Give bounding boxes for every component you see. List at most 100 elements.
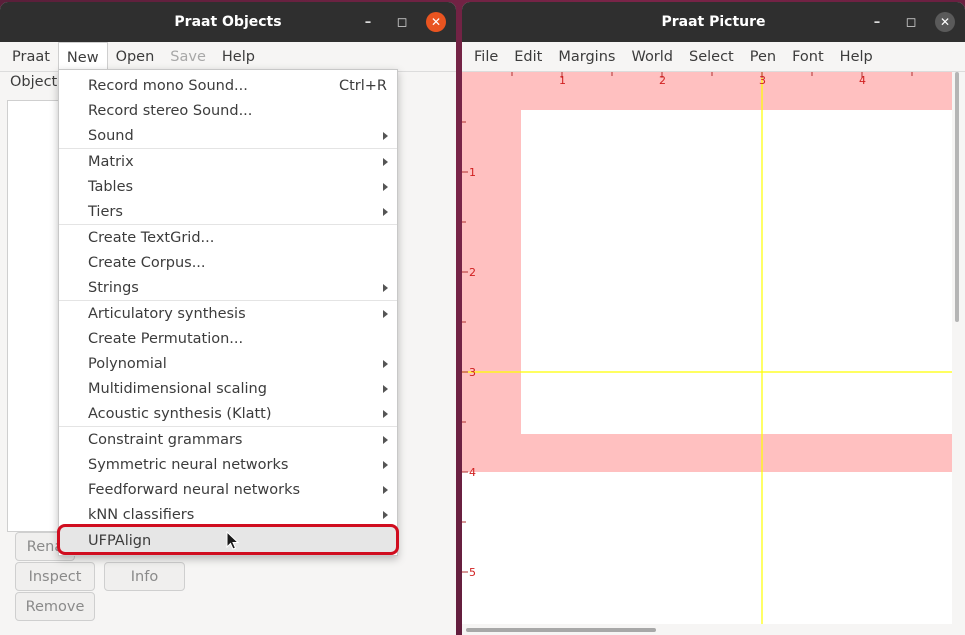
menu-item-tiers[interactable]: Tiers — [59, 199, 397, 224]
minimize-icon[interactable]: – — [867, 12, 887, 32]
menu-item-label: Create Permutation... — [88, 330, 244, 347]
ruler-left-label: 5 — [469, 566, 476, 579]
menu-margins[interactable]: Margins — [550, 42, 623, 72]
menu-item-record-stereo[interactable]: Record stereo Sound... — [59, 98, 397, 123]
menu-file[interactable]: File — [466, 42, 506, 72]
menu-item-label: Sound — [88, 127, 134, 144]
ruler-top-label: 2 — [659, 74, 666, 87]
submenu-arrow-icon — [383, 435, 388, 444]
selection-bottom — [462, 434, 952, 472]
selection-top — [462, 72, 952, 110]
menu-select[interactable]: Select — [681, 42, 742, 72]
menu-item-label: Articulatory synthesis — [88, 305, 246, 322]
ruler-left-label: 2 — [469, 266, 476, 279]
ruler-left-label: 4 — [469, 466, 476, 479]
submenu-arrow-icon — [383, 510, 388, 519]
menu-new[interactable]: New — [57, 41, 108, 72]
menu-world[interactable]: World — [623, 42, 681, 72]
menu-pen[interactable]: Pen — [742, 42, 784, 72]
inspect-button[interactable]: Inspect — [15, 562, 95, 591]
menu-item-sound[interactable]: Sound — [59, 123, 397, 148]
menu-font[interactable]: Font — [784, 42, 832, 72]
submenu-arrow-icon — [383, 283, 388, 292]
ruler-top-label: 1 — [559, 74, 566, 87]
objects-label: Objects — [10, 74, 65, 90]
menu-item-articulatory-synthesis[interactable]: Articulatory synthesis — [59, 301, 397, 326]
menu-item-constraint-grammars[interactable]: Constraint grammars — [59, 427, 397, 452]
menu-item-polynomial[interactable]: Polynomial — [59, 351, 397, 376]
menu-item-symmetric-neural-networks[interactable]: Symmetric neural networks — [59, 452, 397, 477]
new-menu-dropdown: Record mono Sound... Ctrl+R Record stere… — [58, 69, 398, 556]
menu-item-label: UFPAlign — [88, 532, 152, 549]
praat-picture-window: Praat Picture – ◻ ✕ File Edit Margins Wo… — [462, 2, 965, 635]
menu-item-label: Acoustic synthesis (Klatt) — [88, 405, 272, 422]
menu-item-shortcut: Ctrl+R — [338, 77, 387, 94]
submenu-arrow-icon — [383, 409, 388, 418]
menu-item-label: Create Corpus... — [88, 254, 206, 271]
remove-button[interactable]: Remove — [15, 592, 95, 621]
menu-item-record-mono[interactable]: Record mono Sound... Ctrl+R — [59, 73, 397, 98]
menu-item-label: Tiers — [88, 203, 123, 220]
menu-save[interactable]: Save — [162, 42, 214, 72]
ruler-left-label: 1 — [469, 166, 476, 179]
menu-help[interactable]: Help — [214, 42, 263, 72]
ruler-left-label: 3 — [469, 366, 476, 379]
selection-left — [462, 110, 521, 472]
menu-item-create-permutation[interactable]: Create Permutation... — [59, 326, 397, 351]
submenu-arrow-icon — [383, 131, 388, 140]
menu-item-label: Feedforward neural networks — [88, 481, 301, 498]
close-icon[interactable]: ✕ — [426, 12, 446, 32]
submenu-arrow-icon — [383, 485, 388, 494]
horizontal-scrollbar[interactable] — [462, 624, 965, 635]
menu-item-tables[interactable]: Tables — [59, 174, 397, 199]
menu-item-label: Create TextGrid... — [88, 229, 215, 246]
menu-item-label: Polynomial — [88, 355, 167, 372]
close-icon[interactable]: ✕ — [935, 12, 955, 32]
minimize-icon[interactable]: – — [358, 12, 378, 32]
picture-titlebar[interactable]: Praat Picture – ◻ ✕ — [462, 2, 965, 42]
menu-praat[interactable]: Praat — [4, 42, 58, 72]
menu-item-create-corpus[interactable]: Create Corpus... — [59, 250, 397, 275]
menu-item-matrix[interactable]: Matrix — [59, 149, 397, 174]
window-title: Praat Objects — [174, 14, 282, 30]
menu-item-label: Record stereo Sound... — [88, 102, 253, 119]
picture-drawing: 1 2 3 4 1 2 3 4 5 — [462, 72, 952, 624]
menu-item-label: Constraint grammars — [88, 431, 243, 448]
menu-item-strings[interactable]: Strings — [59, 275, 397, 300]
menu-open[interactable]: Open — [108, 42, 163, 72]
menu-item-label: Record mono Sound... — [88, 77, 248, 94]
window-title: Praat Picture — [661, 14, 766, 30]
menu-help[interactable]: Help — [832, 42, 881, 72]
viewport-inner — [521, 110, 952, 434]
picture-menubar: File Edit Margins World Select Pen Font … — [462, 42, 965, 72]
menu-item-label: Multidimensional scaling — [88, 380, 267, 397]
vertical-scrollbar[interactable] — [952, 72, 962, 624]
submenu-arrow-icon — [383, 460, 388, 469]
submenu-arrow-icon — [383, 359, 388, 368]
menu-item-label: Strings — [88, 279, 139, 296]
menu-item-knn-classifiers[interactable]: kNN classifiers — [59, 502, 397, 527]
menu-item-multidimensional-scaling[interactable]: Multidimensional scaling — [59, 376, 397, 401]
menu-item-create-textgrid[interactable]: Create TextGrid... — [59, 225, 397, 250]
maximize-icon[interactable]: ◻ — [392, 12, 412, 32]
menu-item-label: Tables — [88, 178, 134, 195]
submenu-arrow-icon — [383, 157, 388, 166]
menu-item-label: kNN classifiers — [88, 506, 195, 523]
menu-item-label: Matrix — [88, 153, 134, 170]
scrollbar-thumb[interactable] — [466, 628, 656, 632]
picture-canvas[interactable]: 1 2 3 4 1 2 3 4 5 — [462, 72, 952, 624]
maximize-icon[interactable]: ◻ — [901, 12, 921, 32]
menu-edit[interactable]: Edit — [506, 42, 550, 72]
submenu-arrow-icon — [383, 182, 388, 191]
scrollbar-thumb[interactable] — [955, 72, 959, 322]
menu-item-feedforward-neural-networks[interactable]: Feedforward neural networks — [59, 477, 397, 502]
info-button[interactable]: Info — [104, 562, 185, 591]
objects-titlebar[interactable]: Praat Objects – ◻ ✕ — [0, 2, 456, 42]
menu-item-acoustic-synthesis[interactable]: Acoustic synthesis (Klatt) — [59, 401, 397, 426]
ruler-top-label: 4 — [859, 74, 866, 87]
ruler-top-label: 3 — [759, 74, 766, 87]
submenu-arrow-icon — [383, 207, 388, 216]
submenu-arrow-icon — [383, 309, 388, 318]
menu-item-label: Symmetric neural networks — [88, 456, 289, 473]
mouse-cursor-icon — [226, 531, 240, 550]
